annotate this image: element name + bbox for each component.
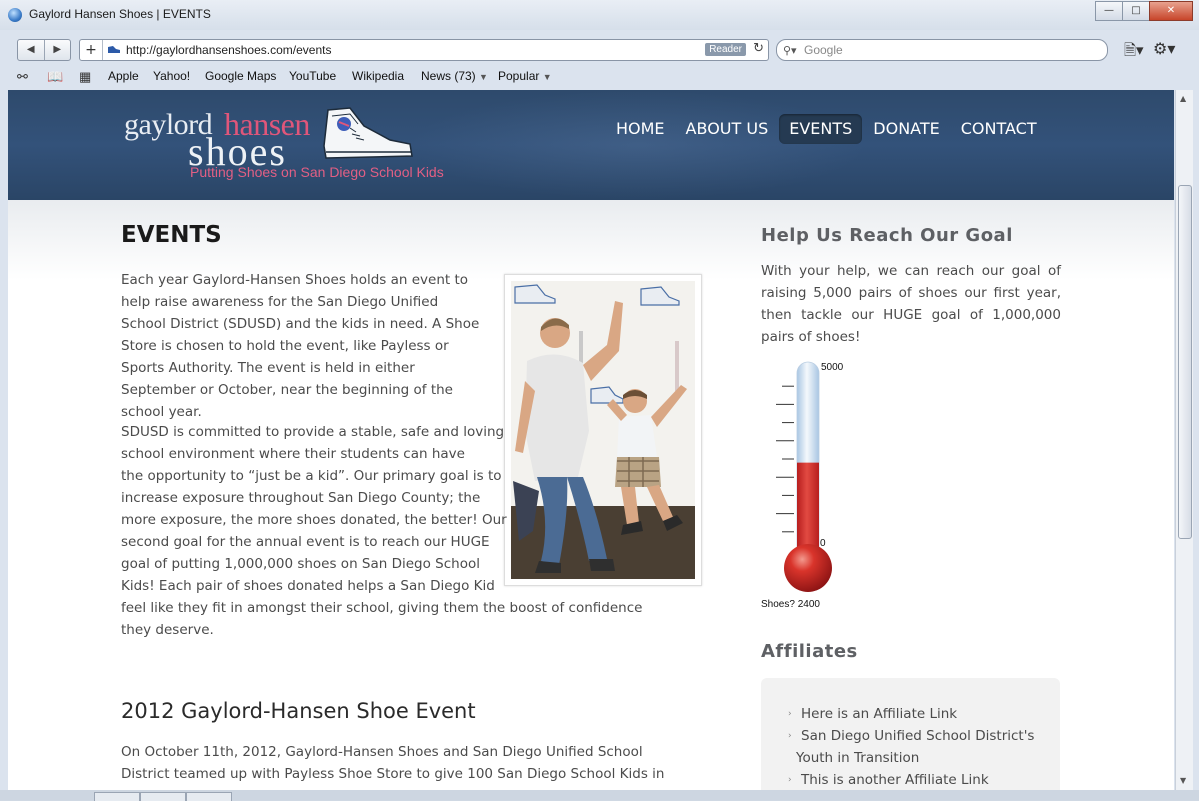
- mission-line: more exposure, the more shoes donated, t…: [121, 512, 507, 528]
- logo-tagline: Putting Shoes on San Diego School Kids: [190, 164, 444, 180]
- forward-icon[interactable]: ▶: [45, 40, 71, 60]
- affiliate-link-text[interactable]: Here is an Affiliate Link: [801, 706, 957, 722]
- search-bar[interactable]: ⚲▾ Google: [776, 39, 1108, 61]
- browser-globe-icon: [8, 8, 22, 22]
- title-bar: Gaylord Hansen Shoes | EVENTS — □ ✕: [0, 0, 1199, 30]
- bullet-arrow-icon: ›: [788, 709, 792, 719]
- site-header: gaylord hansen shoes Putting Shoes on Sa…: [8, 90, 1174, 200]
- window-title: Gaylord Hansen Shoes | EVENTS: [29, 7, 211, 21]
- thermo-max-label: 5000: [821, 362, 844, 373]
- reader-button[interactable]: Reader: [705, 43, 746, 56]
- mission-line: school environment where their students …: [121, 446, 465, 462]
- event-paragraph: On October 11th, 2012, Gaylord-Hansen Sh…: [121, 744, 665, 790]
- bookmark-news-label: News (73): [421, 69, 476, 83]
- bookmark-popular[interactable]: Popular ▼: [498, 69, 552, 83]
- bookmark-youtube[interactable]: YouTube: [289, 69, 336, 83]
- affiliate-link-text-cont[interactable]: Youth in Transition: [796, 747, 1058, 769]
- window-controls: — □ ✕: [1095, 1, 1193, 21]
- mission-line: goal of putting 1,000,000 shoes on San D…: [121, 556, 480, 572]
- mission-line: they deserve.: [121, 622, 214, 638]
- nav-contact[interactable]: CONTACT: [951, 114, 1047, 144]
- maximize-icon[interactable]: □: [1122, 1, 1150, 21]
- mission-line: the opportunity to “just be a kid”. Our …: [121, 468, 502, 484]
- bottom-tab-strip: [0, 790, 1199, 801]
- bookmark-yahoo[interactable]: Yahoo!: [153, 69, 190, 83]
- reading-list-icon[interactable]: ⚯: [17, 69, 28, 85]
- bookmarks-bar: ⚯ 📖 ▦ Apple Yahoo! Google Maps YouTube W…: [0, 66, 1199, 88]
- page-menu-icon[interactable]: 🗎▾: [1124, 40, 1144, 65]
- scrollbar-thumb[interactable]: [1178, 185, 1192, 539]
- chevron-down-icon: ▼: [479, 72, 488, 82]
- nav-home[interactable]: HOME: [606, 114, 675, 144]
- nav-donate[interactable]: DONATE: [863, 114, 949, 144]
- header-glow: [408, 90, 868, 200]
- back-icon[interactable]: ◀: [18, 40, 45, 60]
- goal-text: With your help, we can reach our goal of…: [761, 263, 1061, 345]
- bookmark-popular-label: Popular: [498, 69, 540, 83]
- scroll-up-icon[interactable]: ▲: [1180, 94, 1186, 103]
- page-title: EVENTS: [121, 222, 222, 248]
- thermo-current-label: Shoes? 2400: [761, 599, 820, 610]
- affiliates-list: › Here is an Affiliate Link › San Diego …: [788, 703, 1058, 790]
- mission-paragraph: SDUSD is committed to provide a stable, …: [121, 421, 643, 641]
- minimize-icon[interactable]: —: [1095, 1, 1123, 21]
- address-bar[interactable]: + http://gaylordhansenshoes.com/events R…: [79, 39, 769, 61]
- affiliates-title: Affiliates: [761, 641, 858, 662]
- shoe-favicon-icon: [108, 46, 120, 53]
- add-bookmark-icon[interactable]: +: [80, 40, 103, 60]
- top-sites-grid-icon[interactable]: ▦: [79, 69, 91, 85]
- vertical-scrollbar[interactable]: ▲ ▼: [1175, 90, 1193, 790]
- main-nav: HOME ABOUT US EVENTS DONATE CONTACT: [606, 114, 1048, 144]
- thermo-bulb: [784, 544, 832, 592]
- bookmarks-book-icon[interactable]: 📖: [47, 69, 63, 85]
- chevron-down-icon: ▼: [542, 72, 552, 82]
- intro-paragraph: Each year Gaylord-Hansen Shoes holds an …: [121, 272, 480, 420]
- sneaker-logo-icon: [323, 107, 413, 159]
- bookmark-wikipedia[interactable]: Wikipedia: [352, 69, 404, 83]
- scroll-down-icon[interactable]: ▼: [1180, 776, 1186, 785]
- reload-icon[interactable]: ↻: [753, 41, 764, 56]
- mission-line: SDUSD is committed to provide a stable, …: [121, 424, 505, 440]
- mission-line: feel like they fit in amongst their scho…: [121, 600, 643, 616]
- web-page: gaylord hansen shoes Putting Shoes on Sa…: [8, 90, 1174, 790]
- search-icon: ⚲▾: [783, 44, 797, 57]
- close-icon[interactable]: ✕: [1149, 1, 1193, 21]
- url-text[interactable]: http://gaylordhansenshoes.com/events: [126, 43, 331, 57]
- affiliate-link[interactable]: › San Diego Unified School District's Yo…: [788, 725, 1058, 769]
- mission-line: Kids! Each pair of shoes donated helps a…: [121, 578, 495, 594]
- bullet-arrow-icon: ›: [788, 731, 792, 741]
- bullet-arrow-icon: ›: [788, 775, 792, 785]
- affiliate-link[interactable]: › This is another Affiliate Link: [788, 769, 1058, 790]
- thermo-min-label: 0: [820, 538, 826, 549]
- nav-events[interactable]: EVENTS: [779, 114, 863, 144]
- event-heading: 2012 Gaylord-Hansen Shoe Event: [121, 699, 476, 723]
- bookmark-news[interactable]: News (73) ▼: [421, 69, 488, 83]
- mission-line: second goal for the annual event is to r…: [121, 534, 490, 550]
- bookmark-apple[interactable]: Apple: [108, 69, 139, 83]
- affiliate-link-text[interactable]: This is another Affiliate Link: [801, 772, 989, 788]
- affiliate-link-text[interactable]: San Diego Unified School District's: [801, 728, 1034, 744]
- nav-about-us[interactable]: ABOUT US: [676, 114, 779, 144]
- bookmark-google-maps[interactable]: Google Maps: [205, 69, 276, 83]
- donation-thermometer: [776, 361, 832, 592]
- browser-window: Gaylord Hansen Shoes | EVENTS — □ ✕ ◀ ▶ …: [0, 0, 1199, 801]
- mission-line: increase exposure throughout San Diego C…: [121, 490, 481, 506]
- thermo-ticks: [776, 385, 794, 533]
- gear-icon[interactable]: ⚙▾: [1153, 39, 1175, 58]
- search-input[interactable]: Google: [804, 43, 843, 57]
- back-forward-buttons: ◀ ▶: [17, 39, 71, 61]
- goal-title: Help Us Reach Our Goal: [761, 225, 1013, 246]
- affiliate-link[interactable]: › Here is an Affiliate Link: [788, 703, 1058, 725]
